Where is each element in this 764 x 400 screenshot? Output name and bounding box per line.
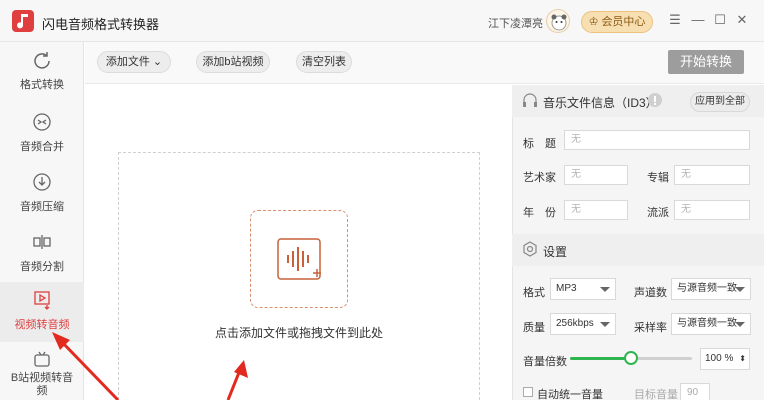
format-select[interactable]: MP3 — [550, 278, 616, 300]
chevron-down-icon: ⌄ — [152, 56, 163, 68]
sidebar-item-bilibili-to-audio[interactable]: B站视频转音频 — [0, 342, 84, 400]
add-bilibili-video-button[interactable]: 添加b站视频 — [196, 51, 270, 73]
chevron-down-icon — [600, 322, 610, 327]
clear-list-button[interactable]: 清空列表 — [296, 51, 352, 73]
genre-input[interactable]: 无 — [674, 200, 750, 220]
apply-to-all-button[interactable]: 应用到全部 — [690, 92, 750, 112]
username[interactable]: 江下凌潭亮 — [488, 15, 543, 31]
volume-label: 音量倍数 — [523, 356, 567, 368]
title-label: 标 题 — [523, 138, 556, 150]
minimize-button[interactable]: — — [690, 12, 706, 28]
headphones-icon — [523, 93, 537, 107]
toolbar: 添加文件 ⌄ 添加b站视频 清空列表 — [85, 42, 764, 84]
samplerate-select[interactable]: 与源音频一致 — [671, 313, 751, 335]
target-volume-label: 目标音量 — [634, 389, 678, 400]
album-label: 专辑 — [647, 172, 669, 184]
id3-section-title: 音乐文件信息（ID3） — [543, 96, 658, 110]
artist-label: 艺术家 — [523, 172, 556, 184]
quality-label: 质量 — [523, 322, 545, 334]
sidebar-item-video-to-audio[interactable]: 视频转音频 — [0, 282, 84, 342]
chevron-down-icon — [735, 322, 745, 327]
menu-icon[interactable]: ☰ — [667, 12, 683, 28]
auto-volume-label: 自动统一音量 — [537, 389, 603, 400]
quality-select[interactable]: 256kbps — [550, 313, 616, 335]
drop-hint-text: 点击添加文件或拖拽文件到此处 — [214, 326, 383, 340]
member-center-button[interactable]: ♔ 会员中心 — [581, 11, 653, 33]
sidebar: 格式转换 音频合并 音频压缩 音频分割 视频转音频 B站视频转音频 — [0, 42, 84, 400]
avatar[interactable] — [546, 9, 570, 33]
genre-label: 流派 — [647, 207, 669, 219]
year-label: 年 份 — [523, 207, 556, 219]
volume-slider-fill — [570, 357, 631, 360]
title-input[interactable]: 无 — [564, 130, 750, 150]
close-button[interactable]: ✕ — [734, 12, 750, 28]
auto-volume-checkbox[interactable] — [523, 387, 533, 397]
target-volume-input[interactable]: 90 — [680, 383, 710, 400]
format-label: 格式 — [523, 287, 545, 299]
split-icon — [33, 235, 51, 249]
sidebar-item-audio-merge[interactable]: 音频合并 — [0, 104, 84, 164]
app-title: 闪电音频格式转换器 — [42, 17, 160, 32]
compress-icon — [33, 173, 51, 191]
title-bar: 闪电音频格式转换器 江下凌潭亮 ♔ 会员中心 ☰ — ☐ ✕ — [0, 0, 764, 42]
album-input[interactable]: 无 — [674, 165, 750, 185]
artist-input[interactable]: 无 — [564, 165, 628, 185]
settings-section-title: 设置 — [543, 245, 568, 259]
sidebar-item-audio-split[interactable]: 音频分割 — [0, 224, 84, 284]
app-logo-icon — [12, 10, 34, 32]
samplerate-label: 采样率 — [634, 322, 667, 334]
chevron-down-icon — [600, 287, 610, 292]
refresh-icon — [34, 52, 50, 69]
start-convert-button[interactable]: 开始转换 — [668, 50, 744, 74]
video-to-audio-icon — [34, 291, 50, 310]
merge-icon — [33, 113, 51, 131]
sidebar-item-audio-compress[interactable]: 音频压缩 — [0, 164, 84, 224]
channels-select[interactable]: 与源音频一致 — [671, 278, 751, 300]
channels-label: 声道数 — [634, 287, 667, 299]
maximize-button[interactable]: ☐ — [712, 12, 728, 28]
sidebar-item-format-convert[interactable]: 格式转换 — [0, 42, 84, 102]
year-input[interactable]: 无 — [564, 200, 628, 220]
crown-icon: ♔ — [588, 16, 599, 28]
stepper-arrows-icon[interactable]: ⬍ — [739, 349, 746, 369]
volume-stepper[interactable]: 100 % ⬍ — [700, 348, 750, 370]
add-audio-icon[interactable] — [250, 210, 348, 308]
chevron-down-icon — [735, 287, 745, 292]
add-file-button[interactable]: 添加文件 ⌄ — [97, 51, 171, 73]
info-icon[interactable] — [647, 92, 663, 108]
gear-icon — [523, 241, 537, 257]
volume-slider-thumb[interactable] — [624, 351, 638, 365]
bilibili-icon — [34, 351, 50, 367]
